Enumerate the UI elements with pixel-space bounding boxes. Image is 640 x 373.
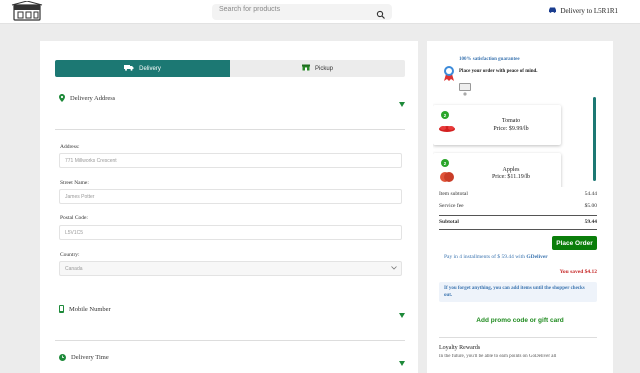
service-fee-row: Service fee $5.00 [439, 203, 597, 209]
top-header: Search for products Delivery to L5R1R1 [0, 0, 640, 24]
store-icon [301, 64, 310, 73]
item-subtotal-row: Item subtotal 54.44 [439, 191, 597, 197]
info-button[interactable] [459, 83, 471, 96]
phone-icon [59, 300, 64, 318]
mobile-number-title: Mobile Number [69, 305, 111, 313]
search-input[interactable]: Search for products [212, 4, 392, 20]
item-price: Price: $9.99/lb [493, 126, 529, 132]
loyalty-title: Loyalty Rewards [439, 345, 481, 351]
tomato-image [437, 121, 457, 139]
subtotal-value: 59.44 [584, 219, 597, 225]
checkout-details-panel: Delivery Pickup Delivery Address Address… [40, 41, 418, 373]
search-placeholder: Search for products [219, 6, 281, 13]
place-order-button[interactable]: Place Order [552, 236, 597, 250]
summary-divider [439, 215, 597, 216]
car-icon [548, 6, 557, 15]
street-name-field[interactable]: James Potter [59, 189, 402, 204]
search-icon[interactable] [376, 7, 386, 19]
apple-image [439, 169, 455, 187]
cart-items-list[interactable]: 2 Tomato Price: $9.99/lb 2 Apples Price:… [433, 97, 601, 187]
country-label: Country: [60, 252, 80, 258]
location-pin-icon [59, 89, 65, 107]
subtotal-row: Subtotal 59.44 [439, 219, 597, 225]
delivery-address-title: Delivery Address [70, 94, 116, 102]
subtotal-label: Subtotal [439, 219, 459, 225]
add-items-note: If you forget anything, you can add item… [439, 282, 597, 302]
loyalty-subtitle: In the future, you'll be able to earn po… [439, 354, 557, 358]
cart-item[interactable]: 2 Apples Price: $11.19/lb [433, 153, 561, 187]
postal-code-field[interactable]: L5V1C5 [59, 225, 402, 240]
section-divider [55, 340, 405, 341]
order-summary-panel: 100% satisfaction guarantee Place your o… [427, 41, 613, 373]
guarantee-title: 100% satisfaction guarantee [459, 57, 520, 62]
installments-note: Pay in 4 installments of $ 59.44 with GD… [444, 254, 548, 260]
postal-code-value: L5V1C5 [65, 229, 84, 236]
chevron-down-icon [399, 94, 405, 112]
pickup-tab[interactable]: Pickup [230, 60, 405, 77]
delivery-tab-label: Delivery [139, 65, 161, 72]
delivery-time-title: Delivery Time [71, 353, 109, 361]
item-name: Apples [502, 167, 520, 173]
chevron-down-icon [391, 265, 397, 272]
section-divider [55, 129, 405, 130]
delivery-address-header[interactable]: Delivery Address [59, 89, 405, 107]
delivery-location-button[interactable]: Delivery to L5R1R1 [548, 6, 618, 15]
postal-code-label: Postal Code: [60, 215, 88, 221]
installments-brand-link[interactable]: GDeliver [526, 254, 547, 260]
street-name-label: Street Name: [60, 180, 89, 186]
logo-icon[interactable] [10, 0, 44, 23]
promo-divider [439, 337, 597, 338]
item-subtotal-value: 54.44 [584, 191, 597, 197]
cart-item[interactable]: 2 Tomato Price: $9.99/lb [433, 105, 561, 145]
guarantee-subtitle: Place your order with peace of mind. [459, 69, 538, 74]
summary-divider [439, 229, 597, 230]
delivery-mode-toggle: Delivery Pickup [55, 60, 405, 77]
cart-scrollbar[interactable] [593, 97, 596, 181]
service-fee-label: Service fee [439, 203, 464, 209]
promo-code-link[interactable]: Add promo code or gift card [427, 317, 613, 324]
truck-icon [124, 64, 134, 73]
mobile-number-header[interactable]: Mobile Number [59, 300, 405, 318]
delivery-time-header[interactable]: Delivery Time [59, 348, 405, 366]
address-field[interactable]: 771 Millworks Crescent [59, 153, 402, 168]
chevron-down-icon [399, 305, 405, 323]
clock-icon [59, 348, 66, 366]
country-value: Canada [65, 265, 83, 272]
item-name: Tomato [501, 118, 521, 124]
quantity-badge: 2 [441, 159, 449, 167]
item-price: Price: $11.19/lb [491, 174, 531, 180]
service-fee-value: $5.00 [584, 203, 597, 209]
item-subtotal-label: Item subtotal [439, 191, 468, 197]
installments-text: Pay in 4 installments of $ 59.44 with [444, 254, 527, 260]
award-ribbon-icon [443, 65, 455, 86]
pickup-tab-label: Pickup [314, 65, 333, 72]
country-select[interactable]: Canada [59, 261, 402, 276]
delivery-tab[interactable]: Delivery [55, 60, 230, 77]
quantity-badge: 2 [441, 111, 449, 119]
chevron-down-icon [399, 353, 405, 371]
delivery-to-label: Delivery to L5R1R1 [560, 6, 618, 15]
address-label: Address: [60, 144, 80, 150]
street-name-value: James Potter [65, 193, 95, 200]
address-value: 771 Millworks Crescent [65, 157, 117, 164]
savings-text: You saved $4.12 [559, 269, 597, 275]
